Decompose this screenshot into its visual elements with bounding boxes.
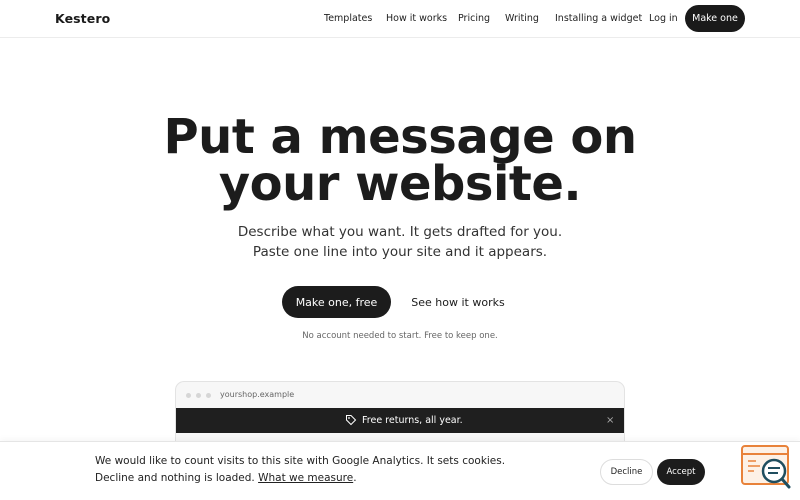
hero-subtitle-line-2: Paste one line into your site and it app…	[252, 244, 548, 260]
window-dot	[186, 393, 191, 398]
nav-installing-widget[interactable]: Installing a widget	[555, 13, 642, 24]
nav-templates[interactable]: Templates	[324, 13, 372, 24]
hero-title-line-2: your website.	[218, 156, 582, 212]
banner-message: Free returns, all year.	[362, 415, 463, 426]
make-one-free-button[interactable]: Make one, free	[282, 286, 391, 318]
see-how-it-works-button[interactable]: See how it works	[404, 286, 512, 318]
make-one-button[interactable]: Make one	[685, 5, 745, 32]
site-header: Kestero Templates How it works Pricing W…	[0, 0, 800, 38]
accept-button[interactable]: Accept	[657, 459, 705, 485]
window-dot	[206, 393, 211, 398]
hero-title-line-1: Put a message on	[163, 109, 637, 165]
hero-title: Put a message on your website.	[0, 109, 800, 212]
nav-pricing[interactable]: Pricing	[458, 13, 490, 24]
tag-icon	[346, 415, 357, 426]
decline-button[interactable]: Decline	[600, 459, 653, 485]
cookie-text-span: Decline and nothing is loaded.	[95, 472, 259, 484]
brand-logo[interactable]: Kestero	[55, 11, 110, 26]
cookie-message-line-1: We would like to count visits to this si…	[95, 455, 506, 467]
preview-url: yourshop.example	[220, 390, 295, 399]
chat-search-icon[interactable]	[740, 444, 792, 490]
cookie-message: We would like to count visits to this si…	[95, 453, 505, 487]
preview-banner: Free returns, all year. ×	[176, 408, 624, 433]
nav-log-in[interactable]: Log in	[649, 13, 678, 24]
close-icon[interactable]: ×	[606, 415, 614, 426]
cookie-message-line-2: Decline and nothing is loaded. What we m…	[95, 470, 505, 487]
window-dot	[196, 393, 201, 398]
cookie-consent-bar: We would like to count visits to this si…	[0, 441, 800, 500]
what-we-measure-link[interactable]: What we measure	[258, 472, 353, 484]
browser-toolbar: yourshop.example	[176, 382, 624, 408]
hero-subtitle-line-1: Describe what you want. It gets drafted …	[237, 224, 563, 240]
nav-how-it-works[interactable]: How it works	[386, 13, 447, 24]
cookie-text-span: .	[353, 472, 357, 484]
hero-note: No account needed to start. Free to keep…	[302, 331, 498, 341]
hero-subtitle: Describe what you want. It gets drafted …	[0, 222, 800, 262]
nav-writing[interactable]: Writing	[505, 13, 539, 24]
